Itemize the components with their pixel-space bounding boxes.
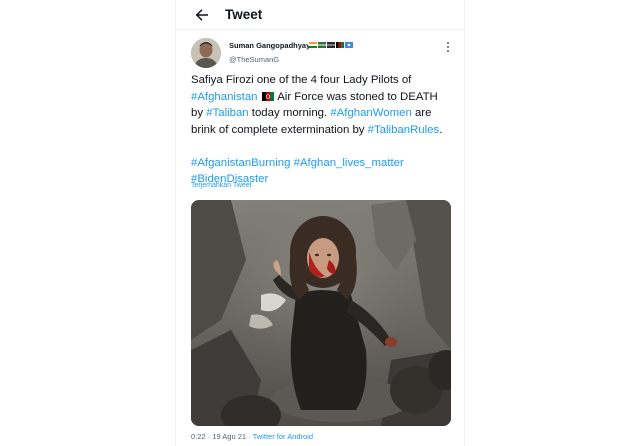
flag-icon-somalia xyxy=(345,42,353,48)
top-bar: Tweet xyxy=(176,0,464,30)
translate-tweet-link[interactable]: Terjemahkan Tweet xyxy=(191,182,252,189)
tweet-line: Safiya Firozi one of the 4 four Lady Pil… xyxy=(191,72,461,89)
hashtag-link[interactable]: #AfganistanBurning xyxy=(191,157,290,169)
tweet-photo[interactable] xyxy=(191,200,451,426)
tweet-text-segment: are xyxy=(411,107,432,119)
tweet-date[interactable]: 19 Agu 21 xyxy=(212,432,246,441)
tweet-text-segment: Safiya Firozi one of the 4 four Lady Pil… xyxy=(191,74,412,86)
tweet-page: Tweet Suman Gangopadhyay @TheSumanG Safi… xyxy=(175,0,465,446)
name-flags xyxy=(309,41,353,49)
tweet-line: #AfganistanBurning #Afghan_lives_matter xyxy=(191,155,461,172)
tweet-text-segment: Air Force was stoned to DEATH xyxy=(274,90,438,103)
author-name[interactable]: Suman Gangopadhyay xyxy=(229,41,310,50)
tweet-text: Safiya Firozi one of the 4 four Lady Pil… xyxy=(191,72,461,188)
tweet-line: by #Taliban today morning. #AfghanWomen … xyxy=(191,105,461,122)
hashtag-link[interactable]: #TalibanRules xyxy=(368,124,440,136)
hashtag-link[interactable]: #AfghanWomen xyxy=(330,107,411,119)
page-title: Tweet xyxy=(225,7,263,22)
hashtag-link[interactable]: #Afghanistan xyxy=(191,91,258,103)
more-options-icon[interactable] xyxy=(444,40,452,54)
tweet-text-segment: today morning. xyxy=(248,107,331,119)
hashtag-link[interactable]: #Taliban xyxy=(206,107,248,119)
tweet-text-segment: brink of complete extermination by xyxy=(191,123,368,136)
tweet-time[interactable]: 0:22 xyxy=(191,432,206,441)
avatar[interactable] xyxy=(191,38,221,68)
flag-icon-dark-banner xyxy=(327,42,335,48)
back-arrow-icon[interactable] xyxy=(193,6,211,24)
tweet-meta: 0:22 · 19 Agu 21 · Twitter for Android xyxy=(191,432,313,441)
author-handle[interactable]: @TheSumanG xyxy=(229,55,279,64)
tweet-text-segment: by xyxy=(191,107,207,119)
flag-icon-green-banner xyxy=(318,42,326,48)
tweet-line: #Afghanistan Air Force was stoned to DEA… xyxy=(191,89,461,106)
tweet-source-link[interactable]: Twitter for Android xyxy=(253,432,313,441)
afghanistan-flag-icon xyxy=(261,91,274,101)
flag-icon-afghanistan xyxy=(336,42,344,48)
hashtag-link[interactable]: #Afghan_lives_matter xyxy=(294,157,404,169)
flag-icon-india xyxy=(309,42,317,48)
tweet-text-segment: . xyxy=(439,123,443,136)
tweet-line: brink of complete extermination by #Tali… xyxy=(191,122,461,139)
